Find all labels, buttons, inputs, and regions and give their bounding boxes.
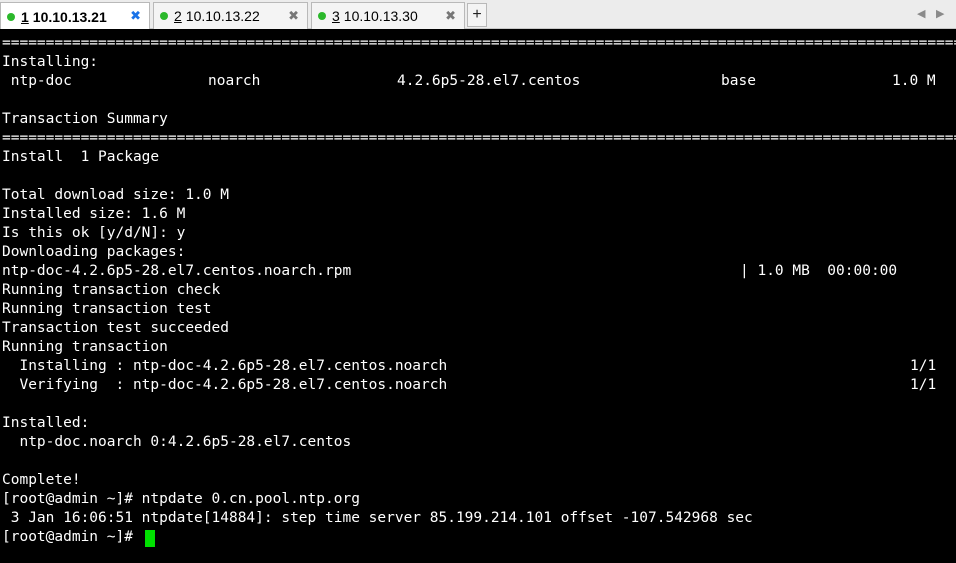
running-transaction: Running transaction — [2, 339, 168, 355]
tab-host: 10.10.13.30 — [343, 8, 418, 24]
installing-text: Installing : ntp-doc-4.2.6p5-28.el7.cent… — [2, 358, 448, 374]
tab-number: 1 — [21, 8, 29, 25]
close-tab-icon[interactable]: ✖ — [130, 8, 141, 24]
download-file: ntp-doc-4.2.6p5-28.el7.centos.noarch.rpm — [2, 263, 352, 279]
confirm-prompt: Is this ok [y/d/N]: y — [2, 225, 186, 241]
installed-header: Installed: — [2, 415, 90, 431]
transaction-test-result: Transaction test succeeded — [2, 320, 229, 336]
tab-session-3[interactable]: 3 10.10.13.30 ✖ — [311, 2, 465, 29]
shell-prompt: [root@admin ~]# — [2, 529, 142, 545]
transaction-summary: Transaction Summary — [2, 111, 168, 127]
close-tab-icon[interactable]: ✖ — [288, 8, 299, 24]
scroll-tabs-left-icon[interactable]: ◀ — [917, 7, 925, 20]
ntpdate-command: [root@admin ~]# ntpdate 0.cn.pool.ntp.or… — [2, 491, 360, 507]
total-download-size: Total download size: 1.0 M — [2, 187, 229, 203]
installed-size: Installed size: 1.6 M — [2, 206, 186, 222]
package-arch: noarch — [208, 73, 261, 89]
package-row: ntp-doc noarch 4.2.6p5-28.el7.centos bas… — [2, 72, 952, 91]
close-tab-icon[interactable]: ✖ — [445, 8, 456, 24]
package-name: ntp-doc — [2, 73, 72, 89]
install-count: Install 1 Package — [2, 149, 160, 165]
connected-status-icon — [160, 12, 168, 20]
new-tab-button[interactable]: + — [467, 3, 487, 27]
package-version: 4.2.6p5-28.el7.centos — [397, 73, 581, 89]
scroll-tabs-right-icon[interactable]: ▶ — [936, 7, 944, 20]
verifying-text: Verifying : ntp-doc-4.2.6p5-28.el7.cento… — [2, 377, 448, 393]
package-size: 1.0 M — [892, 73, 936, 89]
verifying-progress: 1/1 — [910, 377, 937, 393]
tab-session-1[interactable]: 1 10.10.13.21 ✖ — [0, 2, 150, 30]
download-stats: | 1.0 MB 00:00:00 — [740, 263, 898, 279]
installing-progress: 1/1 — [910, 358, 937, 374]
connected-status-icon — [318, 12, 326, 20]
download-row: ntp-doc-4.2.6p5-28.el7.centos.noarch.rpm… — [2, 262, 952, 281]
tab-session-2[interactable]: 2 10.10.13.22 ✖ — [153, 2, 308, 29]
tab-host: 10.10.13.22 — [185, 8, 260, 24]
tab-number: 3 — [332, 8, 340, 24]
transaction-test: Running transaction test — [2, 301, 212, 317]
tab-host: 10.10.13.21 — [32, 8, 107, 25]
separator-line: ========================================… — [2, 130, 956, 146]
verifying-row: Verifying : ntp-doc-4.2.6p5-28.el7.cento… — [2, 376, 952, 395]
connected-status-icon — [7, 12, 15, 21]
separator-line: ========================================… — [2, 35, 956, 51]
installing-row: Installing : ntp-doc-4.2.6p5-28.el7.cent… — [2, 357, 952, 376]
tab-bar: 1 10.10.13.21 ✖ 2 10.10.13.22 ✖ 3 10.10.… — [0, 0, 956, 30]
package-repo: base — [721, 73, 756, 89]
installed-package: ntp-doc.noarch 0:4.2.6p5-28.el7.centos — [2, 434, 352, 450]
terminal-output[interactable]: ========================================… — [0, 29, 956, 563]
installing-header: Installing: — [2, 54, 99, 70]
terminal-cursor[interactable] — [145, 530, 155, 547]
downloading-line: Downloading packages: — [2, 244, 186, 260]
tab-number: 2 — [174, 8, 182, 24]
transaction-check: Running transaction check — [2, 282, 221, 298]
ntpdate-output: 3 Jan 16:06:51 ntpdate[14884]: step time… — [2, 510, 753, 526]
complete-line: Complete! — [2, 472, 81, 488]
